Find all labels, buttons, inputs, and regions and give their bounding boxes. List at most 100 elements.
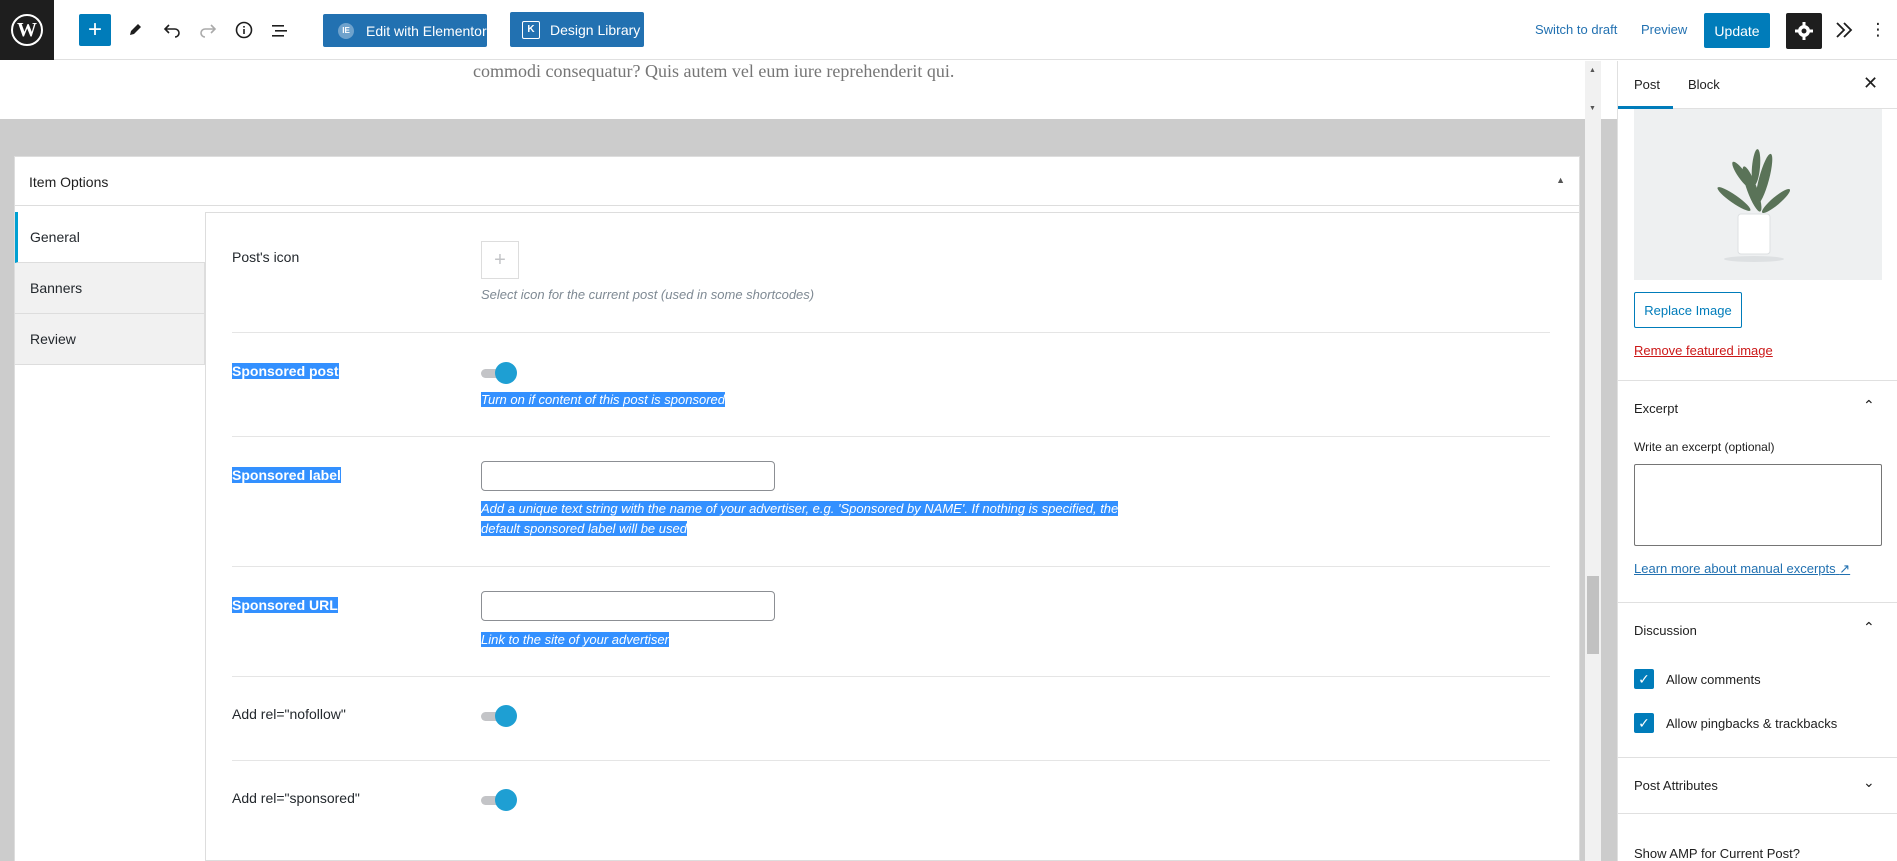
preview-button[interactable]: Preview (1641, 22, 1687, 37)
sponsored-url-desc-text: Link to the site of your advertiser (481, 632, 669, 647)
divider (232, 566, 1550, 567)
sponsored-post-toggle[interactable] (481, 362, 517, 384)
post-icon-picker[interactable]: + (481, 241, 519, 279)
editor-scrollbar[interactable]: ▲ ▼ (1585, 61, 1601, 861)
external-link-icon: ↗ (1839, 561, 1851, 576)
edit-with-elementor-label: Edit with Elementor (366, 22, 487, 39)
tab-review[interactable]: Review (15, 314, 205, 365)
edit-with-elementor-button[interactable]: IE Edit with Elementor (323, 14, 487, 47)
allow-comments-checkbox[interactable]: ✓ (1634, 669, 1654, 689)
tab-block[interactable]: Block (1688, 77, 1720, 92)
editor-canvas: commodi consequatur? Quis autem vel eum … (0, 61, 1617, 861)
redo-icon (200, 24, 217, 38)
toggle-knob (495, 705, 517, 727)
toggle-knob (495, 362, 517, 384)
scroll-up-icon[interactable]: ▲ (1589, 67, 1596, 74)
details-button[interactable] (232, 14, 256, 46)
list-view-button[interactable] (268, 14, 292, 46)
nofollow-label: Add rel="nofollow" (232, 706, 346, 722)
options-button[interactable]: ⋮ (1868, 14, 1888, 46)
plugin-sidebar-button[interactable] (1832, 14, 1856, 46)
discussion-panel-header[interactable]: Discussion ⌃ (1618, 602, 1897, 658)
check-icon: ✓ (1638, 670, 1650, 687)
toggle-knob (495, 789, 517, 811)
allow-pingbacks-label: Allow pingbacks & trackbacks (1666, 716, 1838, 731)
divider (232, 760, 1550, 761)
post-icon-description: Select icon for the current post (used i… (481, 287, 815, 302)
chevron-up-icon: ⌃ (1863, 397, 1875, 413)
divider (232, 436, 1550, 437)
settings-button[interactable] (1786, 13, 1822, 49)
amp-title: Show AMP for Current Post? (1634, 846, 1800, 861)
excerpt-panel-header[interactable]: Excerpt ⌃ (1618, 380, 1897, 436)
tab-general[interactable]: General (15, 212, 205, 263)
undo-button[interactable] (160, 14, 184, 46)
caret-up-icon[interactable]: ▲ (1556, 175, 1565, 185)
allow-pingbacks-checkbox[interactable]: ✓ (1634, 713, 1654, 733)
elementor-icon: IE (338, 22, 354, 39)
remove-featured-image-link[interactable]: Remove featured image (1634, 343, 1773, 358)
sidebar-tabs: Post Block ✕ (1618, 61, 1897, 109)
design-library-button[interactable]: K Design Library (510, 12, 644, 47)
sponsored-label-desc-line1: Add a unique text string with the name o… (481, 501, 1119, 516)
post-content: commodi consequatur? Quis autem vel eum … (0, 61, 1580, 119)
list-view-icon (272, 25, 287, 37)
plant-image (1634, 109, 1882, 280)
sponsored-url-input[interactable] (481, 591, 775, 621)
info-icon (235, 21, 253, 39)
sponsored-url-description: Link to the site of your advertiser (481, 630, 669, 650)
gear-icon (1795, 22, 1813, 40)
editor-toolbar: W + IE Edit with Elementor K Design Libr… (0, 0, 1897, 60)
settings-sidebar: Post Block ✕ Replace Image Remove featur… (1617, 61, 1897, 861)
nofollow-toggle[interactable] (481, 705, 517, 727)
sponsored-rel-label: Add rel="sponsored" (232, 790, 360, 806)
sponsored-post-label: Sponsored post (232, 363, 339, 379)
chevron-up-icon: ⌃ (1863, 619, 1875, 635)
kadence-icon: K (522, 20, 540, 39)
post-icon-label: Post's icon (232, 249, 300, 265)
plugin-icon (1836, 22, 1853, 38)
wordpress-icon: W (11, 14, 43, 46)
plus-icon: + (87, 16, 102, 43)
close-icon[interactable]: ✕ (1863, 73, 1878, 94)
learn-more-excerpts-link[interactable]: Learn more about manual excerpts ↗ (1634, 561, 1850, 577)
sponsored-label-input[interactable] (481, 461, 775, 491)
redo-button[interactable] (196, 14, 220, 46)
learn-more-label: Learn more about manual excerpts (1634, 561, 1836, 576)
featured-image[interactable] (1634, 109, 1882, 280)
sponsored-label-description: Add a unique text string with the name o… (481, 499, 1119, 539)
tools-button[interactable] (123, 14, 147, 46)
add-block-button[interactable]: + (79, 14, 111, 46)
tab-post[interactable]: Post (1634, 77, 1660, 92)
replace-image-button[interactable]: Replace Image (1634, 292, 1742, 328)
excerpt-title: Excerpt (1634, 401, 1679, 416)
chevron-down-icon: ⌄ (1863, 774, 1875, 790)
update-button[interactable]: Update (1704, 13, 1770, 48)
check-icon: ✓ (1638, 714, 1650, 731)
divider (232, 676, 1550, 677)
wordpress-logo-button[interactable]: W (0, 0, 54, 60)
sponsored-label-label: Sponsored label (232, 467, 341, 483)
sponsored-label-desc-line2: default sponsored label will be used (481, 521, 687, 536)
excerpt-textarea[interactable] (1634, 464, 1882, 546)
allow-comments-label: Allow comments (1666, 672, 1761, 687)
sponsored-post-description: Turn on if content of this post is spons… (481, 390, 726, 410)
undo-icon (163, 24, 180, 38)
scroll-down-icon[interactable]: ▼ (1589, 105, 1596, 112)
scrollbar-thumb[interactable] (1587, 576, 1599, 654)
item-options-header[interactable]: Item Options ▲ (15, 157, 1579, 206)
post-attributes-panel-header[interactable]: Post Attributes ⌄ (1618, 757, 1897, 813)
sponsored-url-label: Sponsored URL (232, 597, 338, 613)
post-attributes-title: Post Attributes (1634, 778, 1718, 793)
switch-to-draft-button[interactable]: Switch to draft (1535, 22, 1617, 37)
divider (232, 332, 1550, 333)
amp-panel-header[interactable]: Show AMP for Current Post? (1618, 813, 1897, 861)
tab-banners[interactable]: Banners (15, 263, 205, 314)
design-library-label: Design Library (550, 21, 641, 38)
pencil-icon (130, 24, 141, 35)
paragraph-block[interactable]: commodi consequatur? Quis autem vel eum … (473, 61, 954, 82)
excerpt-label: Write an excerpt (optional) (1634, 440, 1775, 454)
sponsored-rel-toggle[interactable] (481, 789, 517, 811)
item-options-title: Item Options (29, 174, 109, 190)
more-vertical-icon: ⋮ (1869, 20, 1887, 39)
